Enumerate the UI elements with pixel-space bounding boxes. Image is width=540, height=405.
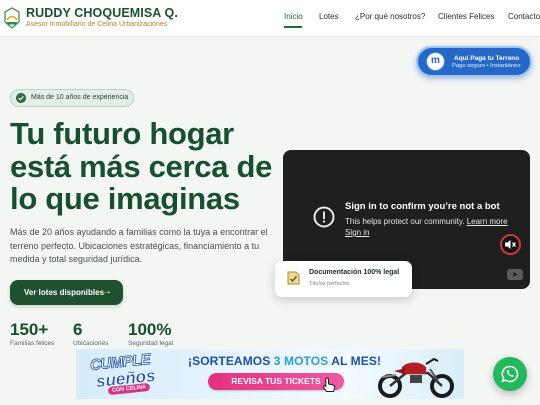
- nav-inicio[interactable]: Inicio: [284, 12, 303, 21]
- nav-lotes[interactable]: Lotes: [319, 12, 339, 21]
- payment-logo-icon: m: [426, 52, 445, 71]
- pointer-hand-icon: [322, 377, 336, 392]
- raffle-headline-highlight: 3 MOTOS: [273, 354, 329, 368]
- stat-locations-value: 6: [73, 320, 83, 339]
- raffle-headline-prefix: ¡SORTEAMOS: [188, 354, 274, 368]
- whatsapp-button[interactable]: [493, 357, 527, 391]
- stat-locations-label: Ubicaciones: [73, 340, 109, 347]
- document-check-icon: [287, 271, 300, 285]
- whatsapp-icon: [501, 365, 519, 383]
- hero-description: Más de 20 años ayudando a familias como …: [10, 227, 268, 264]
- video-signin-title: Sign in to confirm you’re not a bot: [345, 201, 500, 212]
- mute-button[interactable]: [500, 234, 521, 255]
- nav-contacto[interactable]: Contacto: [508, 12, 540, 21]
- nav-active-indicator: [284, 26, 302, 28]
- raffle-headline: ¡SORTEAMOS 3 MOTOS AL MES!: [188, 354, 381, 368]
- hero-title: Tu futuro hogar está más cerca de lo que…: [10, 116, 280, 216]
- legal-docs-title: Documentación 100% legal: [309, 269, 400, 276]
- stat-families-label: Familias felices: [10, 340, 55, 347]
- payment-logo-letter: m: [431, 55, 440, 66]
- learn-more-link[interactable]: Learn more: [467, 217, 508, 226]
- legal-docs-card: Documentación 100% legal Títulos perfect…: [275, 261, 412, 297]
- sign-in-link[interactable]: Sign in: [345, 228, 369, 237]
- brand-name[interactable]: RUDDY CHOQUEMISA Q.: [26, 6, 178, 20]
- pay-terrain-button[interactable]: m Aquí Paga tu Terreno Pago seguro • Ins…: [416, 46, 532, 77]
- stat-legal-value: 100%: [128, 320, 172, 339]
- raffle-banner[interactable]: CUMPLE sueños CON CELINA ¡SORTEAMOS 3 MO…: [76, 349, 464, 399]
- youtube-icon[interactable]: [507, 269, 523, 280]
- motorcycle-icon: [378, 357, 454, 398]
- view-lots-label: Ver lotes disponibles: [24, 288, 105, 297]
- video-signin-text: This helps protect our community. Learn …: [345, 216, 525, 238]
- stat-legal-label: Seguridad legal: [128, 340, 174, 347]
- nav-por-que-nosotros[interactable]: ¿Por qué nosotros?: [355, 12, 425, 21]
- arrow-right-icon: →: [102, 286, 112, 297]
- pay-button-subtitle: Pago seguro • Instantáneo: [452, 63, 521, 69]
- alert-icon: [313, 206, 335, 228]
- brand-subtitle: Asesor Inmobiliario de Celina Urbanizaci…: [26, 21, 168, 28]
- nav-clientes-felices[interactable]: Clientes Felices: [438, 12, 494, 21]
- experience-badge: Más de 10 años de experiencia: [10, 89, 134, 107]
- video-signin-message: This helps protect our community.: [345, 217, 465, 226]
- hero-title-line-1: Tu futuro hogar: [10, 116, 234, 151]
- experience-text: Más de 10 años de experiencia: [31, 94, 129, 101]
- celina-logo[interactable]: [4, 7, 20, 29]
- cumple-suenos-logo: CUMPLE sueños CON CELINA: [80, 350, 180, 396]
- pay-button-title: Aquí Paga tu Terreno: [454, 55, 520, 62]
- mute-icon: [505, 240, 516, 249]
- stat-families-value: 150+: [10, 320, 49, 339]
- legal-docs-subtitle: Títulos perfectos: [309, 281, 350, 287]
- view-lots-button[interactable]: Ver lotes disponibles →: [10, 280, 123, 305]
- hero-title-line-3: lo que imaginas: [10, 181, 240, 216]
- site-header: RUDDY CHOQUEMISA Q. Asesor Inmobiliario …: [0, 0, 540, 37]
- check-circle-icon: [16, 93, 26, 103]
- hero-title-line-2: está más cerca de: [10, 148, 273, 184]
